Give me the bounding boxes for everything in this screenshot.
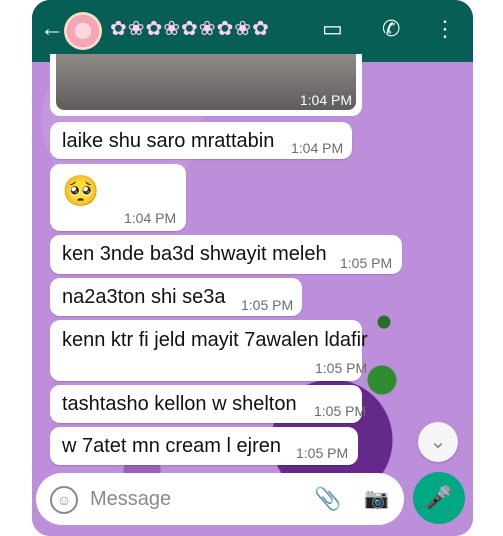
- message-time: 1:05 PM: [315, 360, 368, 376]
- chat-header: ← ✿❀✿❀✿❀✿❀✿ ▭ ✆ ⋮: [32, 0, 473, 62]
- message-time: 1:05 PM: [241, 297, 294, 313]
- camera-icon[interactable]: 📷: [364, 486, 389, 511]
- message-bubble[interactable]: ken 3nde ba3d shwayit meleh 1:05 PM: [50, 235, 402, 274]
- phone-screen: ← ✿❀✿❀✿❀✿❀✿ ▭ ✆ ⋮ 1:04 PM laike shu saro…: [32, 0, 473, 536]
- video-call-icon[interactable]: ▭: [322, 14, 343, 44]
- message-text: ken 3nde ba3d shwayit meleh: [62, 243, 327, 265]
- contact-name-decoration[interactable]: ✿❀✿❀✿❀✿❀✿: [110, 16, 270, 41]
- message-bubble[interactable]: tashtasho kellon w shelton 1:05 PM: [50, 385, 366, 423]
- screenshot-frame: ← ✿❀✿❀✿❀✿❀✿ ▭ ✆ ⋮ 1:04 PM laike shu saro…: [0, 0, 503, 536]
- message-time: 1:05 PM: [314, 403, 367, 419]
- scroll-down-icon[interactable]: ⌄: [418, 422, 458, 462]
- message-bubble[interactable]: na2a3ton shi se3a 1:05 PM: [50, 278, 302, 316]
- message-text: kenn ktr fi jeld mayit 7awalen ldafir: [62, 329, 368, 351]
- message-bubble[interactable]: kenn ktr fi jeld mayit 7awalen ldafir 1:…: [50, 320, 368, 381]
- phone-call-icon[interactable]: ✆: [382, 14, 400, 44]
- back-arrow-icon[interactable]: ←: [40, 17, 64, 41]
- message-text: w 7atet mn cream l ejren: [62, 435, 281, 457]
- message-bubble[interactable]: laike shu saro mrattabin 1:04 PM: [50, 122, 352, 159]
- image-message[interactable]: 1:04 PM: [50, 54, 362, 116]
- paperclip-icon[interactable]: 📎: [314, 486, 341, 512]
- avatar[interactable]: [64, 12, 102, 50]
- message-input-bar[interactable]: ☺ Message 📎 📷: [36, 473, 404, 525]
- message-time: 1:04 PM: [124, 210, 177, 226]
- message-text: laike shu saro mrattabin: [62, 130, 275, 152]
- emoji-message: 🥺: [62, 175, 100, 208]
- mic-button[interactable]: 🎤: [413, 472, 465, 524]
- message-bubble[interactable]: 🥺 1:04 PM: [50, 164, 186, 231]
- message-time: 1:05 PM: [296, 445, 349, 461]
- message-text: na2a3ton shi se3a: [62, 286, 226, 308]
- message-time: 1:04 PM: [291, 140, 344, 156]
- message-text: tashtasho kellon w shelton: [62, 393, 297, 415]
- emoji-icon[interactable]: ☺: [50, 486, 78, 514]
- message-time: 1:05 PM: [340, 255, 393, 271]
- message-bubble[interactable]: w 7atet mn cream l ejren 1:05 PM: [50, 427, 358, 465]
- more-vertical-icon[interactable]: ⋮: [434, 14, 456, 44]
- message-time: 1:04 PM: [299, 92, 352, 108]
- message-input[interactable]: Message: [90, 488, 171, 511]
